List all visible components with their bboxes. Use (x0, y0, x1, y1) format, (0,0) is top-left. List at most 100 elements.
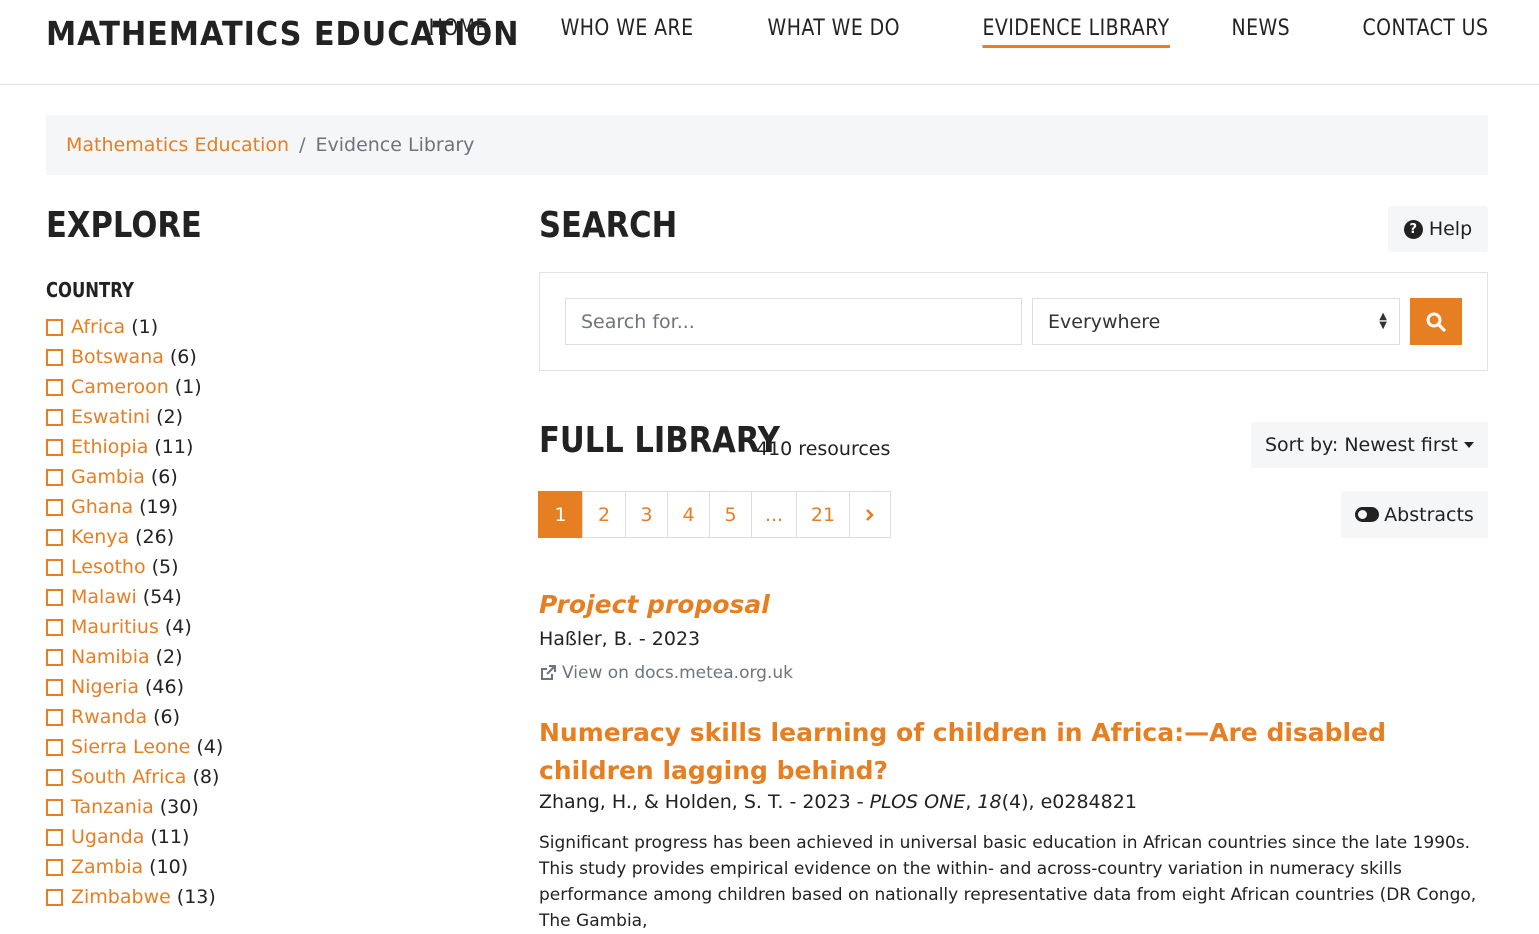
country-filter-item[interactable]: Mauritius (4) (46, 612, 223, 642)
search-panel: Everywhere ▲▼ (539, 272, 1488, 371)
checkbox-icon[interactable] (46, 468, 63, 486)
country-name[interactable]: Sierra Leone (71, 736, 190, 758)
country-filter-item[interactable]: Zambia (10) (46, 852, 223, 882)
country-count: (19) (139, 496, 179, 518)
country-count: (4) (164, 616, 192, 638)
checkbox-icon[interactable] (46, 708, 63, 726)
country-filter-item[interactable]: Uganda (11) (46, 822, 223, 852)
country-name[interactable]: Ghana (71, 496, 133, 518)
checkbox-icon[interactable] (46, 888, 63, 906)
country-name[interactable]: Cameroon (71, 376, 169, 398)
country-name[interactable]: South Africa (71, 766, 186, 788)
abstracts-toggle[interactable]: Abstracts (1341, 491, 1488, 538)
country-name[interactable]: Botswana (71, 346, 164, 368)
pagination: 1 2 3 4 5 ... 21 (538, 491, 891, 538)
checkbox-icon[interactable] (46, 588, 63, 606)
country-name[interactable]: Rwanda (71, 706, 147, 728)
nav-who-we-are[interactable]: WHO WE ARE (561, 16, 694, 48)
resource-count: 410 resources (756, 438, 891, 460)
country-filter-item[interactable]: Sierra Leone (4) (46, 732, 223, 762)
nav-what-we-do[interactable]: WHAT WE DO (768, 16, 900, 48)
country-name[interactable]: Zambia (71, 856, 143, 878)
country-name[interactable]: Tanzania (71, 796, 154, 818)
result-title-link[interactable]: Numeracy skills learning of children in … (539, 714, 1439, 790)
country-filter-item[interactable]: Zimbabwe (13) (46, 882, 223, 912)
page-link[interactable]: 5 (709, 491, 752, 538)
country-filter-item[interactable]: Ethiopia (11) (46, 432, 223, 462)
country-filter-item[interactable]: Malawi (54) (46, 582, 223, 612)
country-filter-item[interactable]: Rwanda (6) (46, 702, 223, 732)
country-filter-item[interactable]: Eswatini (2) (46, 402, 223, 432)
country-name[interactable]: Zimbabwe (71, 886, 171, 908)
country-name[interactable]: Eswatini (71, 406, 150, 428)
checkbox-icon[interactable] (46, 798, 63, 816)
search-input[interactable] (565, 298, 1022, 345)
country-name[interactable]: Mauritius (71, 616, 159, 638)
checkbox-icon[interactable] (46, 528, 63, 546)
page-link-last[interactable]: 21 (796, 491, 850, 538)
checkbox-icon[interactable] (46, 678, 63, 696)
country-name[interactable]: Lesotho (71, 556, 146, 578)
checkbox-icon[interactable] (46, 558, 63, 576)
external-link-text: View on docs.metea.org.uk (562, 663, 793, 683)
country-name[interactable]: Uganda (71, 826, 144, 848)
search-icon (1426, 312, 1446, 332)
country-name[interactable]: Gambia (71, 466, 145, 488)
country-count: (26) (135, 526, 175, 548)
country-filter-item[interactable]: Cameroon (1) (46, 372, 223, 402)
checkbox-icon[interactable] (46, 858, 63, 876)
country-filter-item[interactable]: Africa (1) (46, 312, 223, 342)
country-filter-item[interactable]: Namibia (2) (46, 642, 223, 672)
page-link[interactable]: 2 (582, 491, 626, 538)
nav-contact-us[interactable]: CONTACT US (1362, 16, 1488, 48)
sort-dropdown[interactable]: Sort by: Newest first (1251, 422, 1488, 468)
breadcrumb-home-link[interactable]: Mathematics Education (66, 134, 289, 156)
checkbox-icon[interactable] (46, 318, 63, 336)
checkbox-icon[interactable] (46, 738, 63, 756)
country-filter-item[interactable]: Nigeria (46) (46, 672, 223, 702)
result-title-link[interactable]: Project proposal (539, 590, 770, 619)
country-filter-item[interactable]: South Africa (8) (46, 762, 223, 792)
country-name[interactable]: Nigeria (71, 676, 139, 698)
checkbox-icon[interactable] (46, 618, 63, 636)
search-button[interactable] (1410, 298, 1462, 345)
checkbox-icon[interactable] (46, 348, 63, 366)
breadcrumb: Mathematics Education / Evidence Library (46, 115, 1488, 175)
breadcrumb-separator: / (299, 134, 306, 156)
page-link[interactable]: 4 (667, 491, 710, 538)
checkbox-icon[interactable] (46, 438, 63, 456)
country-filter-item[interactable]: Kenya (26) (46, 522, 223, 552)
country-name[interactable]: Namibia (71, 646, 150, 668)
next-page-button[interactable] (849, 491, 891, 538)
checkbox-icon[interactable] (46, 378, 63, 396)
nav-news[interactable]: NEWS (1231, 16, 1290, 48)
page-link-current[interactable]: 1 (538, 491, 583, 538)
result-volume: 18 (977, 791, 1002, 813)
country-name[interactable]: Malawi (71, 586, 137, 608)
country-filter-item[interactable]: Botswana (6) (46, 342, 223, 372)
explore-heading: EXPLORE (46, 205, 202, 246)
help-button[interactable]: ? Help (1388, 206, 1488, 252)
checkbox-icon[interactable] (46, 768, 63, 786)
country-name[interactable]: Kenya (71, 526, 129, 548)
help-label: Help (1428, 218, 1473, 240)
country-name[interactable]: Africa (71, 316, 125, 338)
search-scope-select[interactable]: Everywhere ▲ ▼ (1032, 298, 1400, 345)
page-link[interactable]: 3 (625, 491, 668, 538)
checkbox-icon[interactable] (46, 498, 63, 516)
country-filter-item[interactable]: Ghana (19) (46, 492, 223, 522)
checkbox-icon[interactable] (46, 828, 63, 846)
country-count: (2) (155, 646, 183, 668)
nav-evidence-library[interactable]: EVIDENCE LIBRARY (982, 16, 1170, 48)
checkbox-icon[interactable] (46, 648, 63, 666)
country-name[interactable]: Ethiopia (71, 436, 148, 458)
country-filter-item[interactable]: Gambia (6) (46, 462, 223, 492)
country-filter-item[interactable]: Lesotho (5) (46, 552, 223, 582)
sort-label: Sort by: Newest first (1265, 434, 1458, 456)
breadcrumb-current: Evidence Library (315, 134, 475, 156)
country-filter-item[interactable]: Tanzania (30) (46, 792, 223, 822)
library-heading: FULL LIBRARY (539, 420, 780, 461)
checkbox-icon[interactable] (46, 408, 63, 426)
nav-home[interactable]: HOME (428, 16, 487, 48)
external-view-link[interactable]: View on docs.metea.org.uk (539, 663, 793, 683)
